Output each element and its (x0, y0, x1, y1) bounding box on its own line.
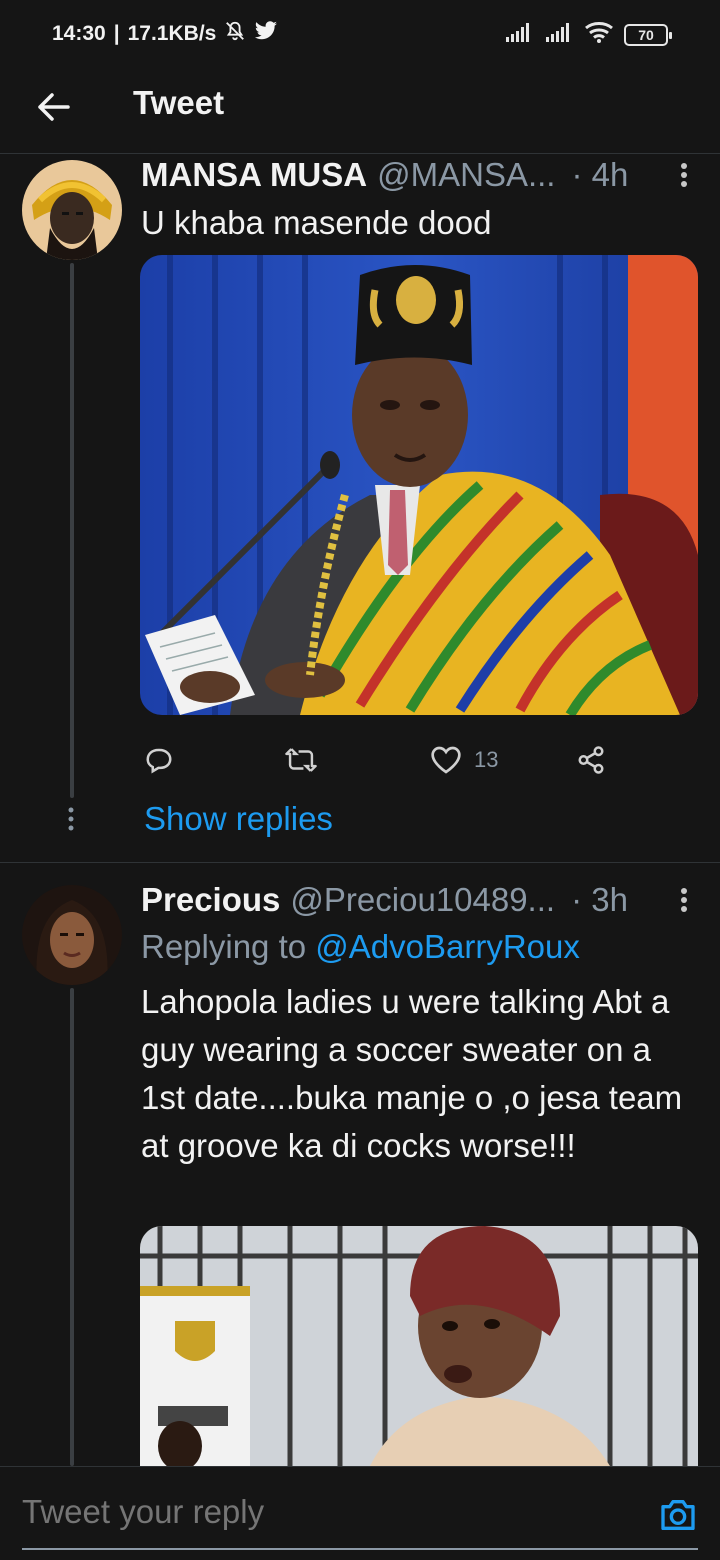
retweet-icon (285, 748, 317, 772)
status-bar: 14:30 | 17.1KB/s 70 (0, 0, 720, 66)
battery-indicator: 70 (624, 23, 672, 46)
retweet-button[interactable] (284, 735, 318, 785)
status-time: 14:30 (52, 22, 106, 45)
more-options-icon[interactable] (670, 155, 698, 195)
tweet-text: Lahopola ladies u were talking Abt a guy… (141, 983, 683, 1164)
reply-button[interactable] (144, 735, 174, 785)
avatar[interactable] (22, 160, 122, 260)
app-header: Tweet (0, 66, 720, 154)
tweet-image[interactable] (140, 1226, 698, 1466)
display-name[interactable]: Precious (141, 881, 280, 919)
mention-link[interactable]: @AdvoBarryRoux (315, 928, 580, 965)
back-button[interactable] (30, 84, 76, 130)
avatar[interactable] (22, 885, 122, 985)
arrow-left-icon (38, 93, 70, 121)
display-name[interactable]: MANSA MUSA (141, 156, 367, 194)
signal-icon-2 (544, 21, 574, 48)
user-handle[interactable]: @Preciou10489... (290, 881, 555, 919)
camera-icon (661, 1500, 695, 1530)
network-speed: 17.1KB/s (127, 22, 217, 45)
tweet-mansa-musa[interactable]: MANSA MUSA @MANSA... · 4h U khaba masend… (0, 155, 720, 863)
tweet-image[interactable] (140, 255, 698, 715)
user-handle[interactable]: @MANSA... (377, 156, 555, 194)
reply-input[interactable] (22, 1493, 622, 1531)
share-icon (578, 746, 604, 774)
more-options-icon[interactable] (670, 880, 698, 920)
tweet-header: Precious @Preciou10489... · 3h (141, 880, 696, 920)
twitter-bird-icon (254, 20, 278, 48)
camera-button[interactable] (658, 1495, 698, 1535)
tweet-time: · 3h (571, 881, 628, 918)
page-title: Tweet (133, 84, 225, 121)
like-count: 13 (474, 747, 499, 772)
status-right: 70 (504, 20, 672, 49)
tweet-header: MANSA MUSA @MANSA... · 4h (141, 155, 696, 195)
replying-prefix: Replying to (141, 928, 307, 965)
tweet-precious[interactable]: Precious @Preciou10489... · 3h Replying … (0, 880, 720, 1466)
reply-composer (0, 1466, 720, 1560)
replying-to: Replying to @AdvoBarryRoux (141, 928, 580, 966)
tweet-actions: 13 (140, 735, 620, 785)
input-underline (22, 1548, 698, 1550)
tweet-divider (0, 862, 720, 863)
tweet-time: · 4h (571, 156, 629, 193)
reply-icon (146, 748, 172, 774)
tweet-text: U khaba masende dood (141, 204, 492, 241)
wifi-icon (584, 20, 614, 49)
thread-line (70, 988, 74, 1466)
heart-icon (431, 746, 461, 774)
share-button[interactable] (576, 735, 606, 785)
mute-bell-icon (224, 20, 246, 48)
status-separator: | (113, 22, 120, 45)
like-button[interactable]: 13 (430, 735, 498, 785)
signal-icon (504, 21, 534, 48)
thread-line (70, 263, 74, 798)
status-left: 14:30 | 17.1KB/s (52, 20, 278, 48)
show-replies-link[interactable]: Show replies (144, 800, 333, 838)
vertical-dots-icon (68, 807, 74, 831)
